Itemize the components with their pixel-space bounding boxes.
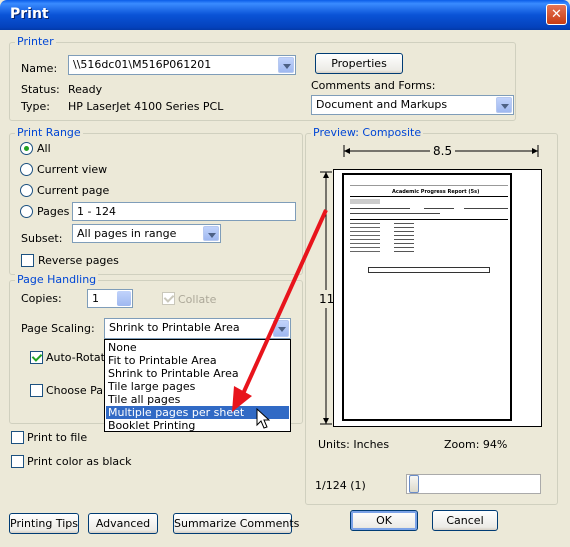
page-counter: 1/124 (1) <box>315 479 366 492</box>
copies-stepper[interactable] <box>117 291 131 306</box>
zoom-label: Zoom: 94% <box>444 438 508 451</box>
subset-value: All pages in range <box>77 227 177 240</box>
printer-legend: Printer <box>15 35 56 48</box>
printing-tips-button[interactable]: Printing Tips <box>9 513 79 534</box>
subset-select[interactable]: All pages in range <box>72 224 221 243</box>
reverse-pages-label[interactable]: Reverse pages <box>38 254 119 267</box>
mouse-cursor-icon <box>256 408 270 429</box>
pages-range-value: 1 - 124 <box>77 205 116 218</box>
copies-value: 1 <box>92 292 99 305</box>
subset-label: Subset: <box>21 232 63 245</box>
comments-forms-label: Comments and Forms: <box>311 79 436 92</box>
summarize-comments-button[interactable]: Summarize Comments <box>173 513 299 534</box>
advanced-button[interactable]: Advanced <box>88 513 158 534</box>
collate-checkbox[interactable] <box>162 292 175 305</box>
radio-pages-label[interactable]: Pages <box>37 205 69 218</box>
page-preview: Academic Progress Report (5s) <box>333 169 542 427</box>
page-handling-legend: Page Handling <box>15 273 99 286</box>
print-color-black-label[interactable]: Print color as black <box>27 455 132 468</box>
auto-rotate-label[interactable]: Auto-Rotate <box>46 351 112 364</box>
choose-paper-label[interactable]: Choose Pap <box>46 384 110 397</box>
comments-forms-value: Document and Markups <box>316 98 448 111</box>
window-title: Print <box>10 6 49 22</box>
print-color-black-checkbox[interactable] <box>11 455 24 468</box>
print-range-legend: Print Range <box>15 126 83 139</box>
preview-page: Academic Progress Report (5s) <box>342 173 512 421</box>
reverse-pages-checkbox[interactable] <box>21 254 34 267</box>
status-label: Status: <box>21 83 60 96</box>
print-dialog: Print ✕ Printer Name: \\516dc01\M516P061… <box>0 0 570 547</box>
page-scaling-label: Page Scaling: <box>21 322 95 335</box>
radio-current-view-label[interactable]: Current view <box>37 163 107 176</box>
title-bar[interactable]: Print ✕ <box>0 0 570 30</box>
radio-all[interactable] <box>20 142 33 155</box>
printer-name-label: Name: <box>21 62 58 75</box>
preview-doc-header: Academic Progress Report (5s) <box>392 189 480 195</box>
choose-paper-checkbox[interactable] <box>30 384 43 397</box>
status-value: Ready <box>68 83 103 96</box>
radio-all-label[interactable]: All <box>37 142 51 155</box>
width-label: 8.5 <box>430 144 456 158</box>
cancel-button[interactable]: Cancel <box>432 510 498 531</box>
type-label: Type: <box>21 100 50 113</box>
chevron-down-icon[interactable] <box>203 226 219 241</box>
type-value: HP LaserJet 4100 Series PCL <box>68 100 224 113</box>
comments-forms-select[interactable]: Document and Markups <box>311 95 514 115</box>
print-to-file-checkbox[interactable] <box>11 431 24 444</box>
chevron-down-icon[interactable] <box>496 97 512 113</box>
units-label: Units: Inches <box>318 438 390 451</box>
page-slider[interactable] <box>406 474 541 494</box>
radio-pages[interactable] <box>20 205 33 218</box>
ok-button[interactable]: OK <box>350 510 418 531</box>
printer-name-select[interactable]: \\516dc01\M516P061201 <box>68 55 296 75</box>
radio-current-view[interactable] <box>20 163 33 176</box>
printer-name-value: \\516dc01\M516P061201 <box>73 58 212 71</box>
print-to-file-label[interactable]: Print to file <box>27 431 87 444</box>
chevron-down-icon[interactable] <box>278 57 294 73</box>
page-slider-thumb[interactable] <box>409 475 419 493</box>
radio-current-page[interactable] <box>20 184 33 197</box>
close-button[interactable]: ✕ <box>546 4 567 25</box>
preview-legend: Preview: Composite <box>311 126 424 139</box>
copies-input[interactable]: 1 <box>87 289 133 308</box>
radio-current-page-label[interactable]: Current page <box>37 184 109 197</box>
properties-button[interactable]: Properties <box>315 53 403 74</box>
copies-label: Copies: <box>21 292 62 305</box>
auto-rotate-checkbox[interactable] <box>30 351 43 364</box>
collate-label[interactable]: Collate <box>178 293 216 306</box>
annotation-arrow <box>232 209 328 412</box>
